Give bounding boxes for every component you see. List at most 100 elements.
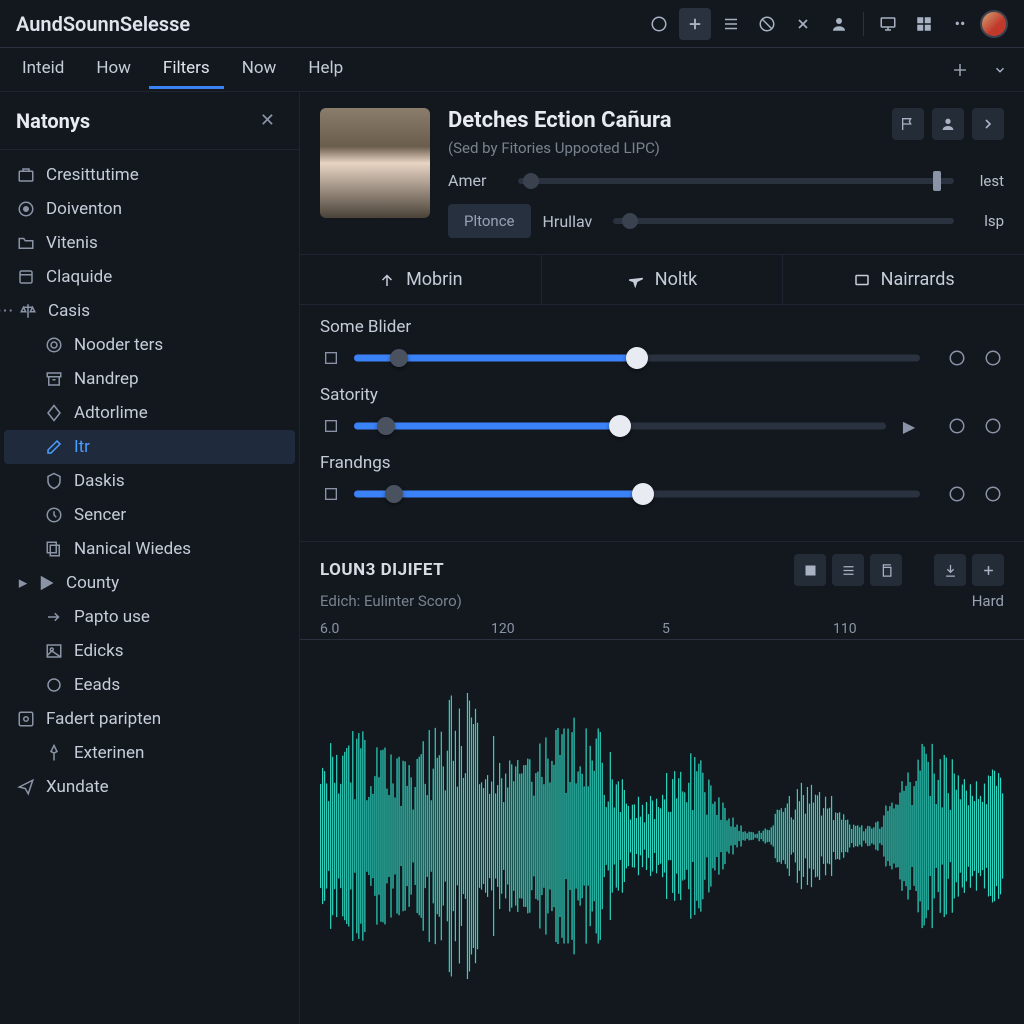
diamond-icon (44, 403, 64, 423)
sidebar-item-adtorlime[interactable]: Adtorlime (4, 396, 295, 430)
sidebar-close-icon[interactable]: ✕ (252, 106, 283, 135)
person-icon[interactable] (932, 108, 964, 140)
tab-noltk[interactable]: Noltk (542, 255, 784, 304)
wf-view-icon[interactable] (794, 554, 826, 586)
slider-0[interactable] (354, 353, 920, 363)
flag-icon[interactable] (892, 108, 924, 140)
trash-icon (320, 415, 342, 437)
slider-label-1: Satority (320, 385, 1004, 405)
collapse-icon[interactable] (944, 54, 976, 86)
sidebar-item-label: Edicks (74, 641, 124, 661)
next-icon[interactable] (972, 108, 1004, 140)
edit-icon (44, 437, 64, 457)
sidebar-item-label: Claquide (46, 267, 112, 287)
chevron-down-icon[interactable] (984, 54, 1016, 86)
user-icon[interactable] (823, 8, 855, 40)
tab-label: Mobrin (406, 269, 463, 290)
sidebar-item-eeads[interactable]: Eeads (4, 668, 295, 702)
sidebar-item-nooder-ters[interactable]: Nooder ters (4, 328, 295, 362)
slider2[interactable] (613, 218, 954, 224)
box-icon (16, 267, 36, 287)
sidebar-item-label: Fadert paripten (46, 709, 161, 729)
more-icon[interactable]: •• (944, 8, 976, 40)
sidebar-item-nanical-wiedes[interactable]: Nanical Wiedes (4, 532, 295, 566)
menu-icon[interactable] (715, 8, 747, 40)
sidebar-item-daskis[interactable]: Daskis (4, 464, 295, 498)
marker-icon[interactable]: ▶ (898, 415, 920, 437)
close-circle-icon[interactable] (946, 347, 968, 369)
tab-label: Noltk (655, 269, 698, 290)
send-icon (16, 777, 36, 797)
monitor-icon[interactable] (872, 8, 904, 40)
tab-nairrards[interactable]: Nairrards (783, 255, 1024, 304)
at-icon[interactable] (982, 483, 1004, 505)
sidebar-item-claquide[interactable]: Claquide (4, 260, 295, 294)
slider2-label: Hrullav (543, 212, 601, 231)
sidebar: Natonys ✕ Cresittutime Doiventon Vitenis Cl… (0, 92, 300, 1024)
menu-now[interactable]: Now (228, 50, 291, 89)
sidebar-item-itr[interactable]: Itr (4, 430, 295, 464)
at-icon[interactable] (982, 347, 1004, 369)
disabled-icon[interactable] (751, 8, 783, 40)
tag-icon[interactable] (946, 483, 968, 505)
slider1-label: Amer (448, 171, 506, 190)
close-icon[interactable] (787, 8, 819, 40)
ruler-tick: 120 (491, 621, 662, 637)
sidebar-item-doiventon[interactable]: Doiventon (4, 192, 295, 226)
menu-help[interactable]: Help (294, 50, 357, 89)
circle-icon[interactable] (643, 8, 675, 40)
slider-2[interactable] (354, 489, 920, 499)
add-button[interactable] (679, 8, 711, 40)
sidebar-item-label: Adtorlime (74, 403, 148, 423)
ruler-tick: 5 (662, 621, 833, 637)
sidebar-item-label: Cresittutime (46, 165, 139, 185)
slider-1[interactable] (354, 421, 886, 431)
sidebar-item-sencer[interactable]: Sencer (4, 498, 295, 532)
wf-download-icon[interactable] (934, 554, 966, 586)
menu-inteid[interactable]: Inteid (8, 50, 78, 89)
sidebar-item-label: Itr (74, 437, 90, 457)
sidebar-item-label: Casis (48, 301, 90, 321)
app-title: AundSounnSelesse (16, 12, 190, 36)
sidebar-item-label: Papto use (74, 607, 150, 627)
wf-add-icon[interactable] (972, 554, 1004, 586)
sidebar-item-label: Vitenis (46, 233, 98, 253)
sidebar-item-county[interactable]: ▸County (4, 566, 295, 600)
sidebar-item-xundate[interactable]: Xundate (4, 770, 295, 804)
sidebar-item-label: Nanical Wiedes (74, 539, 191, 559)
menubar-right (944, 54, 1016, 86)
tab-mobrin[interactable]: Mobrin (300, 255, 542, 304)
circle-icon (44, 675, 64, 695)
wf-copy-icon[interactable] (870, 554, 902, 586)
person-icon[interactable] (946, 415, 968, 437)
folder-icon (16, 233, 36, 253)
menu-how[interactable]: How (82, 50, 145, 89)
waveform-display[interactable] (320, 648, 1004, 1024)
grid-icon[interactable] (908, 8, 940, 40)
sidebar-item-fadert-paripten[interactable]: Fadert paripten (4, 702, 295, 736)
sidebar-item-label: Xundate (46, 777, 109, 797)
redo-icon[interactable] (982, 415, 1004, 437)
pin-icon (44, 743, 64, 763)
sidebar-item-vitenis[interactable]: Vitenis (4, 226, 295, 260)
play-icon (36, 573, 56, 593)
slider1[interactable] (518, 178, 954, 184)
record-icon (16, 199, 36, 219)
sidebar-item-exterinen[interactable]: Exterinen (4, 736, 295, 770)
shield-icon (44, 471, 64, 491)
sidebar-title: Natonys (16, 109, 90, 133)
sidebar-item-papto-use[interactable]: Papto use (4, 600, 295, 634)
wf-list-icon[interactable] (832, 554, 864, 586)
menu-filters[interactable]: Filters (149, 50, 224, 89)
sidebar-item-edicks[interactable]: Edicks (4, 634, 295, 668)
sidebar-item-label: County (66, 573, 119, 593)
pltonce-button[interactable]: Pltonce (448, 204, 531, 238)
profile-image (320, 108, 430, 218)
sidebar-item-casis[interactable]: ⋯Casis (4, 294, 295, 328)
grid-icon (320, 347, 342, 369)
image-icon (44, 641, 64, 661)
user-avatar[interactable] (980, 10, 1008, 38)
sidebar-item-cresittutime[interactable]: Cresittutime (4, 158, 295, 192)
scale-icon (18, 301, 38, 321)
sidebar-item-nandrep[interactable]: Nandrep (4, 362, 295, 396)
